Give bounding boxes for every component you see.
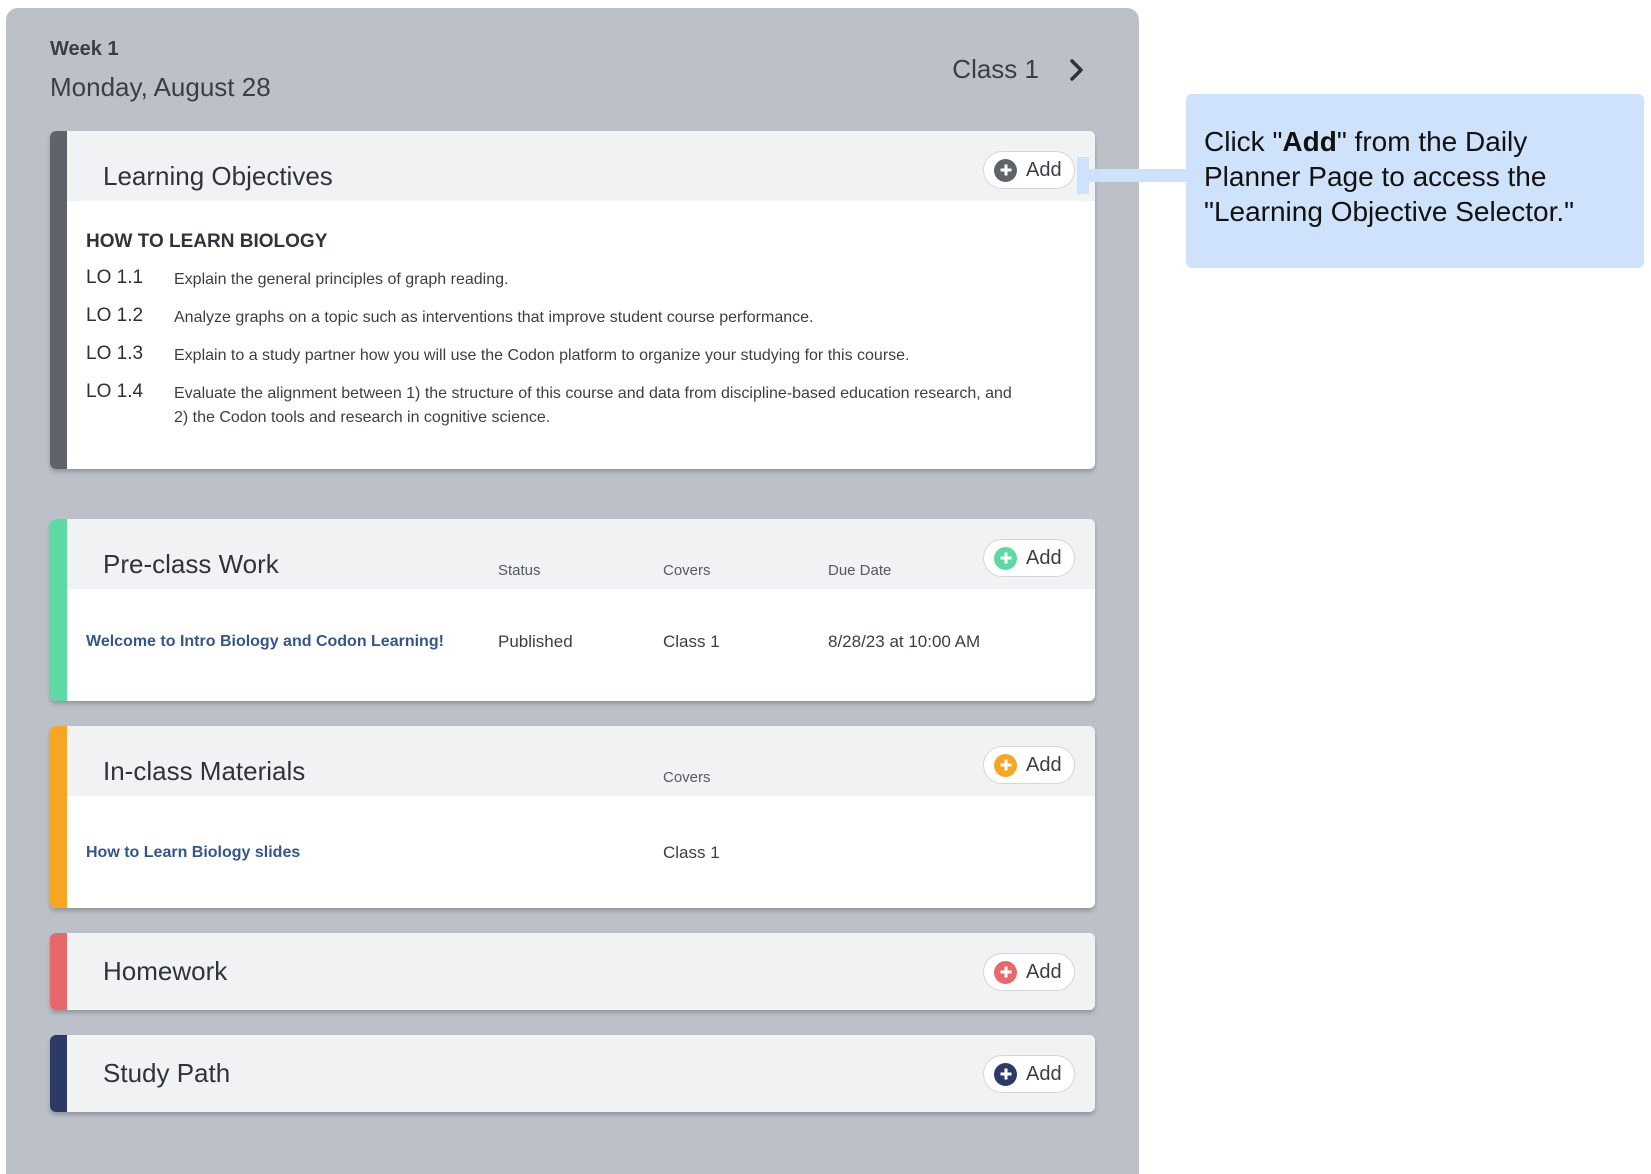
card-header: Study Path Add <box>67 1035 1095 1112</box>
lo-text: Explain to a study partner how you will … <box>174 347 910 364</box>
add-label: Add <box>1026 158 1062 181</box>
lo-text: Analyze graphs on a topic such as interv… <box>174 309 814 326</box>
lo-number: LO 1.4 <box>86 381 144 402</box>
callout-bold: Add <box>1282 126 1337 157</box>
plus-circle-icon <box>994 158 1017 182</box>
add-label: Add <box>1026 1062 1062 1085</box>
add-label: Add <box>1026 753 1062 776</box>
add-study-path-button[interactable]: Add <box>983 1055 1075 1093</box>
card-color-bar <box>50 726 67 908</box>
card-title: In-class Materials <box>103 756 306 786</box>
class-nav-label: Class 1 <box>952 54 1039 84</box>
pre-class-item-link[interactable]: Welcome to Intro Biology and Codon Learn… <box>86 633 444 651</box>
column-header-covers: Covers <box>663 562 711 579</box>
plus-circle-icon <box>994 1062 1017 1086</box>
card-color-bar <box>50 519 67 701</box>
study-path-card: Study Path Add <box>50 1035 1095 1112</box>
add-learning-objective-button[interactable]: Add <box>983 151 1075 189</box>
card-header: Homework Add <box>67 933 1095 1010</box>
pre-class-work-card: Pre-class Work Status Covers Due Date Ad… <box>50 519 1095 701</box>
lo-item: LO 1.2 Analyze graphs on a topic such as… <box>86 305 1025 330</box>
date-label: Monday, August 28 <box>50 72 271 102</box>
lo-text: Evaluate the alignment between 1) the st… <box>174 385 1012 426</box>
card-header: Learning Objectives Add <box>67 131 1095 201</box>
covers-cell: Class 1 <box>663 632 720 651</box>
add-homework-button[interactable]: Add <box>983 953 1075 991</box>
lo-item: LO 1.4 Evaluate the alignment between 1)… <box>86 381 1025 430</box>
add-label: Add <box>1026 960 1062 983</box>
card-color-bar <box>50 131 67 469</box>
in-class-item-link[interactable]: How to Learn Biology slides <box>86 844 300 862</box>
card-header: Pre-class Work Status Covers Due Date Ad… <box>67 519 1095 589</box>
plus-circle-icon <box>994 960 1017 984</box>
add-pre-class-button[interactable]: Add <box>983 539 1075 577</box>
column-header-due-date: Due Date <box>828 562 892 579</box>
lo-item: LO 1.3 Explain to a study partner how yo… <box>86 343 1025 368</box>
column-header-status: Status <box>498 562 541 579</box>
card-title: Pre-class Work <box>103 549 279 579</box>
card-color-bar <box>50 933 67 1010</box>
add-in-class-button[interactable]: Add <box>983 746 1075 784</box>
lo-number: LO 1.1 <box>86 267 144 288</box>
card-title: Study Path <box>103 1058 231 1088</box>
learning-objectives-card: Learning Objectives Add HOW TO LEARN BIO… <box>50 131 1095 469</box>
lo-item: LO 1.1 Explain the general principles of… <box>86 267 1025 292</box>
lo-section-title: HOW TO LEARN BIOLOGY <box>86 231 328 252</box>
column-header-covers: Covers <box>663 769 711 786</box>
homework-card: Homework Add <box>50 933 1095 1010</box>
chevron-right-icon <box>1070 58 1083 81</box>
callout-prefix: Click " <box>1204 126 1283 157</box>
card-color-bar <box>50 1035 67 1112</box>
callout-connector <box>1079 169 1189 182</box>
daily-planner-panel: Week 1 Monday, August 28 Class 1 Learnin… <box>6 8 1139 1174</box>
plus-circle-icon <box>994 546 1017 570</box>
instruction-callout: Click "Add" from the Daily Planner Page … <box>1186 94 1644 268</box>
lo-text: Explain the general principles of graph … <box>174 271 509 288</box>
class-nav-button[interactable]: Class 1 <box>952 54 1089 85</box>
card-title: Learning Objectives <box>103 161 333 191</box>
lo-number: LO 1.3 <box>86 343 144 364</box>
plus-circle-icon <box>994 753 1017 777</box>
card-title: Homework <box>103 956 228 986</box>
in-class-materials-card: In-class Materials Covers Add How to Lea… <box>50 726 1095 908</box>
covers-cell: Class 1 <box>663 843 720 862</box>
status-cell: Published <box>498 632 573 651</box>
lo-number: LO 1.2 <box>86 305 144 326</box>
due-date-cell: 8/28/23 at 10:00 AM <box>828 632 981 651</box>
card-header: In-class Materials Covers Add <box>67 726 1095 796</box>
add-label: Add <box>1026 546 1062 569</box>
week-label: Week 1 <box>50 38 119 60</box>
